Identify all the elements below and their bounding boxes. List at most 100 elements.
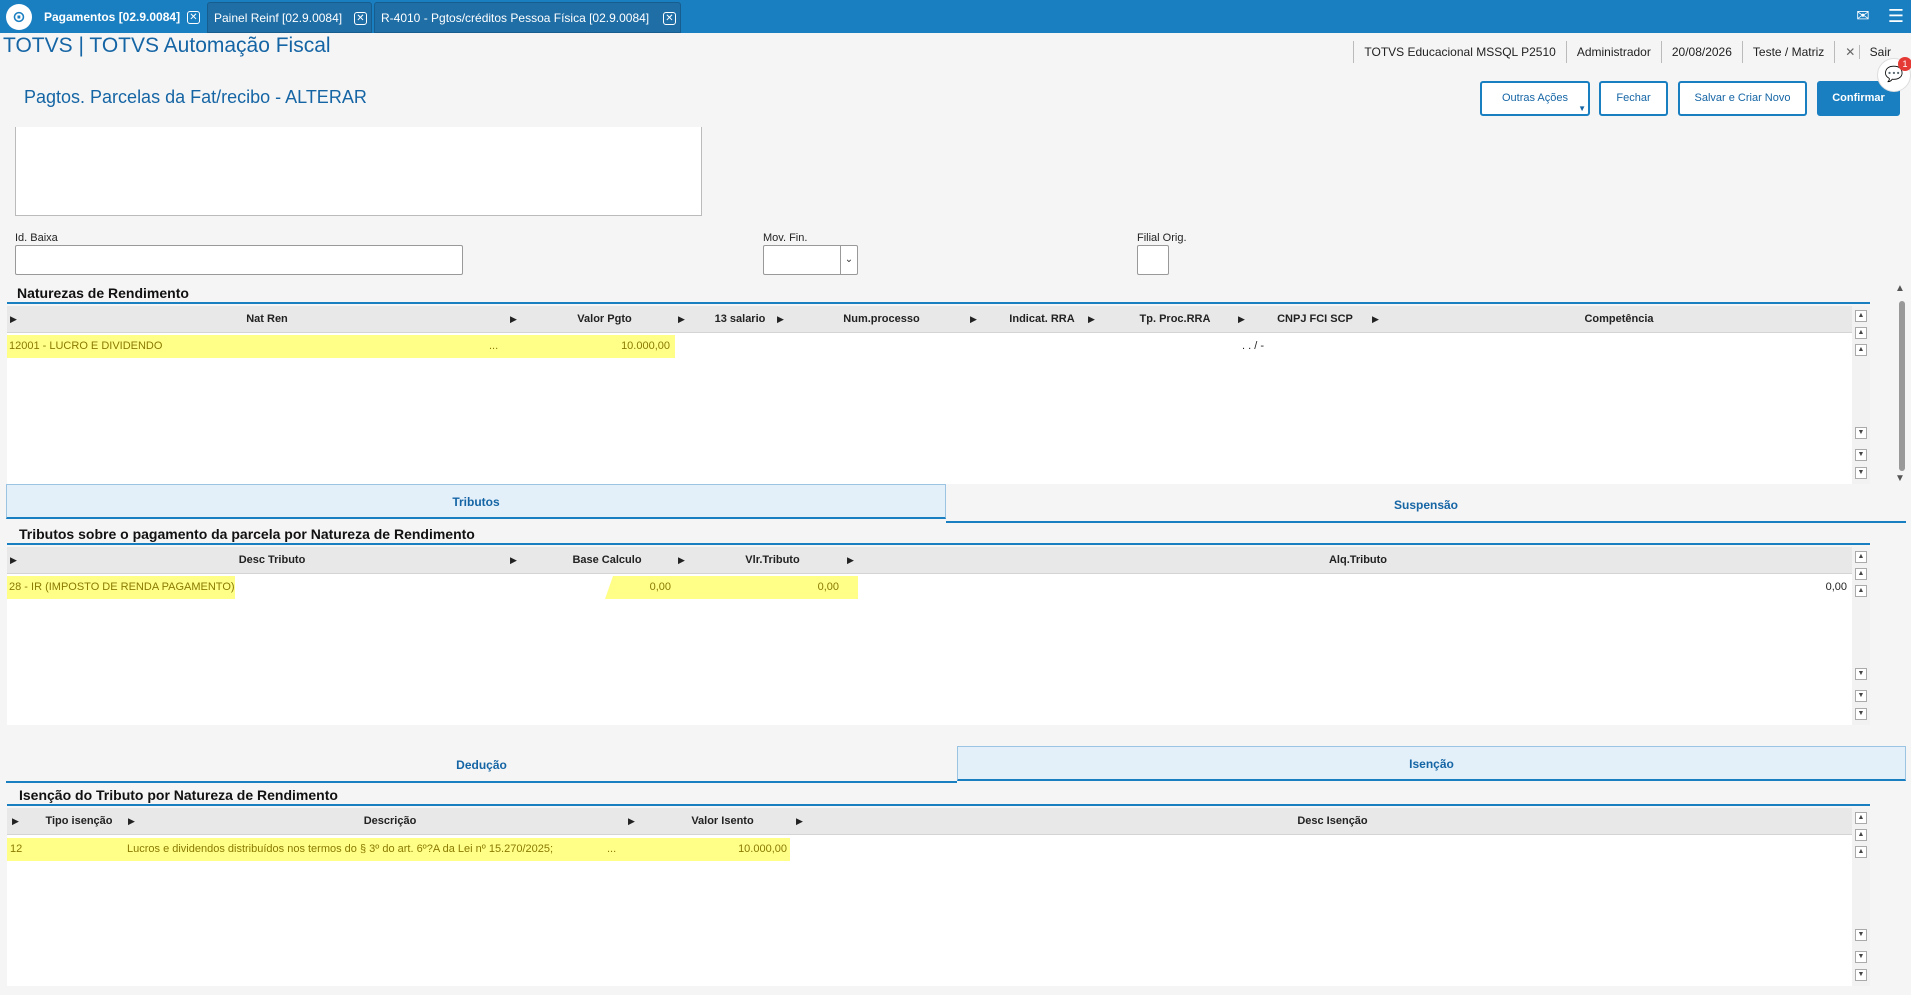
scroll-bottom-icon[interactable]: ▼ xyxy=(1855,969,1867,981)
scroll-up-icon[interactable]: ▲ xyxy=(1855,344,1867,356)
grid-scrollbar[interactable]: ▲ ▲ ▲ ▼ ▼ ▼ xyxy=(1852,547,1870,725)
column-menu-icon[interactable]: ▶ xyxy=(510,547,517,574)
filial-orig-input[interactable] xyxy=(1137,245,1169,275)
mail-icon[interactable]: ✉ xyxy=(1848,0,1878,33)
totvs-logo-icon[interactable]: ⊙ xyxy=(6,4,32,30)
cell-cnpj-fci-scp[interactable]: . . / - xyxy=(1242,335,1264,358)
tab-deducao[interactable]: Dedução xyxy=(6,748,957,783)
cell-base-calculo[interactable]: 0,00 xyxy=(607,576,671,599)
col-vlr-tributo[interactable]: Vlr.Tributo xyxy=(695,547,850,574)
column-menu-icon[interactable]: ▶ xyxy=(970,306,977,333)
cell-vlr-tributo[interactable]: 0,00 xyxy=(767,576,839,599)
col-descricao[interactable]: Descrição xyxy=(145,808,635,835)
grid-scrollbar[interactable]: ▲ ▲ ▲ ▼ ▼ ▼ xyxy=(1852,808,1870,986)
branch-label[interactable]: Teste / Matriz xyxy=(1741,41,1834,63)
tab-suspensao[interactable]: Suspensão xyxy=(946,488,1906,523)
cell-nat-ren[interactable]: 12001 - LUCRO E DIVIDENDO xyxy=(9,335,162,358)
menu-icon[interactable]: ☰ xyxy=(1881,0,1911,33)
column-menu-icon[interactable]: ▶ xyxy=(678,306,685,333)
column-menu-icon[interactable]: ▶ xyxy=(10,547,17,574)
save-and-new-button[interactable]: Salvar e Criar Novo xyxy=(1678,81,1807,116)
scroll-down-icon[interactable]: ▼ xyxy=(1855,668,1867,680)
grid-scrollbar[interactable]: ▲ ▲ ▲ ▼ ▼ ▼ xyxy=(1852,306,1870,484)
lookup-ellipsis[interactable]: ... xyxy=(607,838,616,861)
column-menu-icon[interactable]: ▶ xyxy=(1088,306,1095,333)
observation-memo[interactable] xyxy=(15,127,702,216)
scroll-bottom-icon[interactable]: ▼ xyxy=(1855,708,1867,720)
column-menu-icon[interactable]: ▶ xyxy=(128,808,135,835)
close-tab-icon[interactable]: ✕ xyxy=(187,11,200,24)
scroll-page-down-icon[interactable]: ▼ xyxy=(1855,449,1867,461)
scroll-page-up-icon[interactable]: ▲ xyxy=(1855,568,1867,580)
tributos-grid: ▶ Desc Tributo ▶ Base Calculo ▶ Vlr.Trib… xyxy=(7,547,1870,725)
deducao-tab-strip: Dedução Isenção xyxy=(6,746,1906,783)
scroll-up-icon[interactable]: ▲ xyxy=(1895,283,1905,294)
col-valor-isento[interactable]: Valor Isento xyxy=(645,808,800,835)
column-menu-icon[interactable]: ▶ xyxy=(628,808,635,835)
scroll-top-icon[interactable]: ▲ xyxy=(1855,551,1867,563)
column-menu-icon[interactable]: ▶ xyxy=(10,306,17,333)
col-base-calculo[interactable]: Base Calculo xyxy=(527,547,687,574)
scroll-down-icon[interactable]: ▼ xyxy=(1855,427,1867,439)
tab-isencao[interactable]: Isenção xyxy=(957,746,1906,781)
col-tipo-isencao[interactable]: Tipo isenção xyxy=(29,808,129,835)
scroll-page-up-icon[interactable]: ▲ xyxy=(1855,829,1867,841)
scroll-bottom-icon[interactable]: ▼ xyxy=(1855,467,1867,479)
close-tab-icon[interactable]: ✕ xyxy=(663,12,676,25)
col-cnpj-fci-scp[interactable]: CNPJ FCI SCP xyxy=(1255,306,1375,333)
cell-alq-tributo[interactable]: 0,00 xyxy=(1767,576,1847,599)
cell-tipo-isencao[interactable]: 12 xyxy=(10,838,22,861)
lookup-ellipsis[interactable]: ... xyxy=(489,335,498,358)
col-desc-tributo[interactable]: Desc Tributo xyxy=(27,547,517,574)
scroll-page-up-icon[interactable]: ▲ xyxy=(1855,327,1867,339)
scroll-down-icon[interactable]: ▼ xyxy=(1855,929,1867,941)
column-menu-icon[interactable]: ▶ xyxy=(1372,306,1379,333)
column-menu-icon[interactable]: ▶ xyxy=(777,306,784,333)
scroll-up-icon[interactable]: ▲ xyxy=(1855,846,1867,858)
col-tp-proc-rra[interactable]: Tp. Proc.RRA xyxy=(1105,306,1245,333)
scroll-page-down-icon[interactable]: ▼ xyxy=(1855,690,1867,702)
column-menu-icon[interactable]: ▶ xyxy=(847,547,854,574)
window-tab-r4010[interactable]: R-4010 - Pgtos/créditos Pessoa Física [0… xyxy=(374,2,681,33)
close-tab-icon[interactable]: ✕ xyxy=(354,12,367,25)
close-button[interactable]: Fechar xyxy=(1599,81,1668,116)
scroll-down-icon[interactable]: ▼ xyxy=(1895,473,1905,484)
scroll-thumb[interactable] xyxy=(1899,301,1905,471)
scroll-page-down-icon[interactable]: ▼ xyxy=(1855,951,1867,963)
mov-fin-select[interactable]: ⌄ xyxy=(763,245,858,275)
col-num-processo[interactable]: Num.processo xyxy=(794,306,969,333)
page-scrollbar[interactable]: ▲ ▼ xyxy=(1891,283,1911,488)
window-tab-pagamentos[interactable]: Pagamentos [02.9.0084] ✕ xyxy=(38,2,204,33)
id-baixa-input[interactable] xyxy=(15,245,463,275)
cell-valor-isento[interactable]: 10.000,00 xyxy=(697,838,787,861)
scroll-up-icon[interactable]: ▲ xyxy=(1855,585,1867,597)
col-indicat-rra[interactable]: Indicat. RRA xyxy=(987,306,1097,333)
col-alq-tributo[interactable]: Alq.Tributo xyxy=(864,547,1852,574)
notification-badge: 1 xyxy=(1898,57,1911,71)
cell-desc-tributo[interactable]: 28 - IR (IMPOSTO DE RENDA PAGAMENTO) xyxy=(9,576,235,599)
col-13-salario[interactable]: 13 salario xyxy=(695,306,785,333)
other-actions-button[interactable]: Outras Ações ▼ xyxy=(1480,81,1590,116)
col-nat-ren[interactable]: Nat Ren xyxy=(27,306,507,333)
column-menu-icon[interactable]: ▶ xyxy=(678,547,685,574)
cell-descricao[interactable]: Lucros e dividendos distribuídos nos ter… xyxy=(127,838,553,861)
chat-assistant-icon[interactable]: 💬 1 xyxy=(1877,57,1911,92)
scroll-top-icon[interactable]: ▲ xyxy=(1855,310,1867,322)
section-divider xyxy=(7,543,1870,545)
col-desc-isencao[interactable]: Desc Isenção xyxy=(813,808,1852,835)
tributos-title: Tributos sobre o pagamento da parcela po… xyxy=(19,526,475,542)
column-menu-icon[interactable]: ▶ xyxy=(12,808,19,835)
col-valor-pgto[interactable]: Valor Pgto xyxy=(527,306,682,333)
cell-valor-pgto[interactable]: 10.000,00 xyxy=(567,335,670,358)
window-tab-bar: ⊙ Pagamentos [02.9.0084] ✕ Painel Reinf … xyxy=(0,0,1911,33)
window-tab-painel-reinf[interactable]: Painel Reinf [02.9.0084] ✕ xyxy=(207,2,372,33)
column-menu-icon[interactable]: ▶ xyxy=(796,808,803,835)
date-label: 20/08/2026 xyxy=(1660,41,1742,63)
column-menu-icon[interactable]: ▶ xyxy=(510,306,517,333)
column-menu-icon[interactable]: ▶ xyxy=(1238,306,1245,333)
environment-label: TOTVS Educacional MSSQL P2510 xyxy=(1353,41,1565,63)
chevron-down-icon[interactable]: ⌄ xyxy=(840,246,857,274)
col-competencia[interactable]: Competência xyxy=(1389,306,1849,333)
scroll-top-icon[interactable]: ▲ xyxy=(1855,812,1867,824)
tab-tributos[interactable]: Tributos xyxy=(6,484,946,519)
